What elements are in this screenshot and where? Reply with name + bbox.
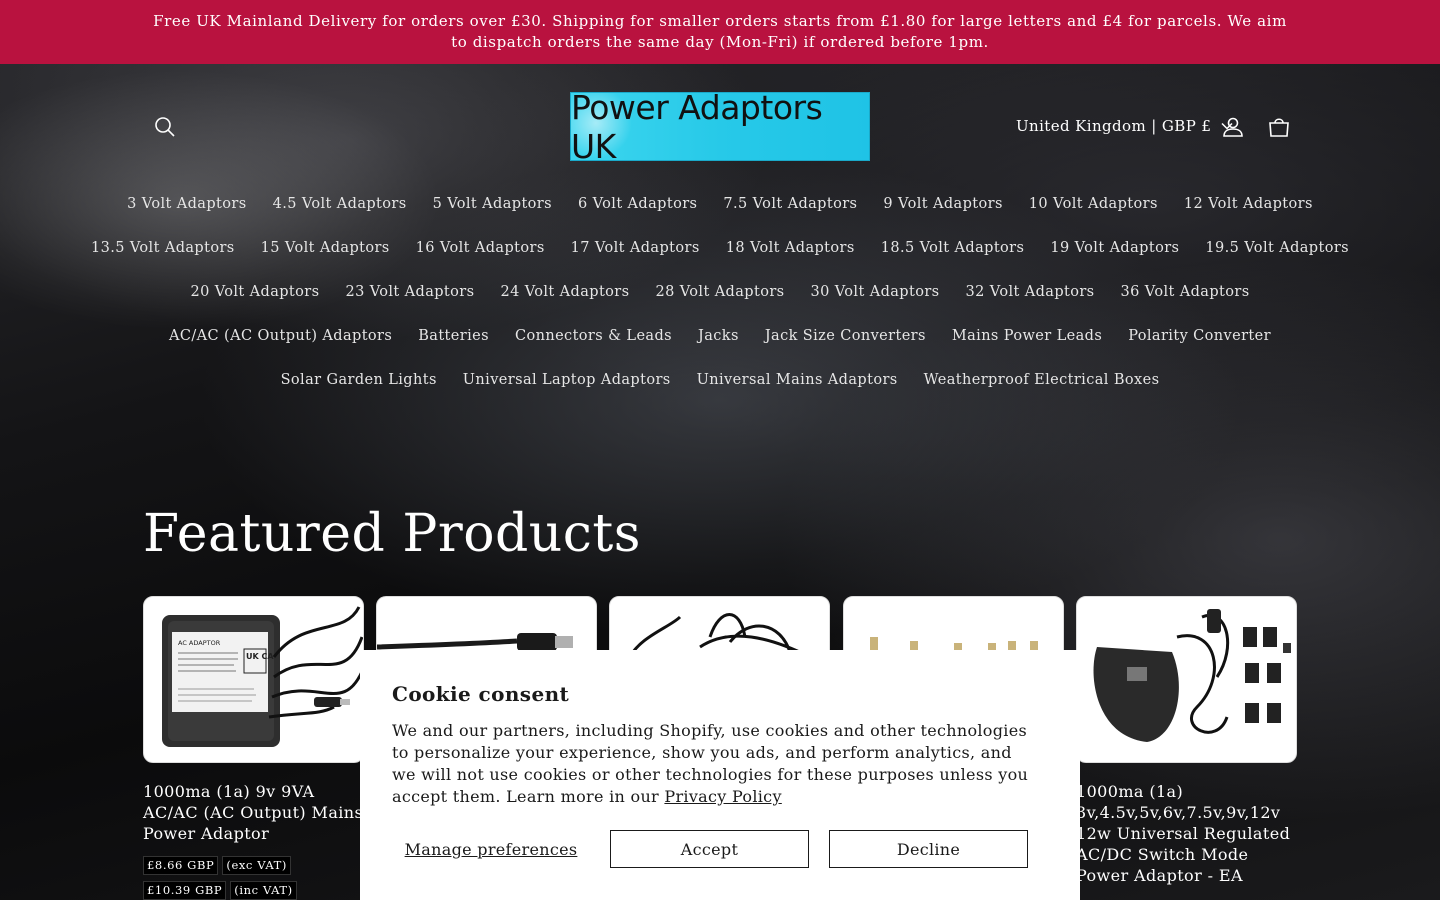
nav-link[interactable]: 30 Volt Adaptors [798, 284, 953, 300]
nav-row: 13.5 Volt Adaptors 15 Volt Adaptors 16 V… [91, 226, 1349, 270]
nav-link[interactable]: 19 Volt Adaptors [1037, 240, 1192, 256]
manage-preferences-link[interactable]: Manage preferences [392, 830, 590, 868]
product-card[interactable]: 1000ma (1a) 3v,4.5v,5v,6v,7.5v,9v,12v 12… [1076, 596, 1297, 886]
nav-link[interactable]: Jacks [685, 328, 752, 344]
nav-link[interactable]: 16 Volt Adaptors [403, 240, 558, 256]
product-image[interactable]: AC ADAPTOR UK CA [143, 596, 364, 763]
nav-link[interactable]: Solar Garden Lights [268, 372, 450, 388]
product-image[interactable] [1076, 596, 1297, 763]
exc-vat-label: (exc VAT) [222, 856, 291, 875]
search-icon [155, 117, 175, 137]
announcement-bar: Free UK Mainland Delivery for orders ove… [0, 0, 1440, 64]
nav-link[interactable]: 7.5 Volt Adaptors [710, 196, 870, 212]
nav-link[interactable]: 9 Volt Adaptors [870, 196, 1015, 212]
product-card[interactable]: AC ADAPTOR UK CA 1000ma (1a) 9v 9VA AC/A… [143, 596, 364, 900]
cookie-consent-title: Cookie consent [392, 682, 570, 706]
nav-link[interactable]: 36 Volt Adaptors [1108, 284, 1263, 300]
nav-link[interactable]: Universal Laptop Adaptors [450, 372, 684, 388]
accept-button[interactable]: Accept [610, 830, 809, 868]
cookie-actions: Manage preferences Accept Decline [392, 830, 1028, 868]
price-row: £8.66 GBP (exc VAT) [143, 856, 364, 875]
nav-link[interactable]: 3 Volt Adaptors [114, 196, 259, 212]
nav-link[interactable]: 23 Volt Adaptors [332, 284, 487, 300]
nav-link[interactable]: Weatherproof Electrical Boxes [911, 372, 1173, 388]
nav-row: 20 Volt Adaptors 23 Volt Adaptors 24 Vol… [150, 270, 1290, 314]
featured-products-heading: Featured Products [143, 504, 641, 564]
nav-link[interactable]: Polarity Converter [1115, 328, 1284, 344]
cookie-consent-dialog: Cookie consent We and our partners, incl… [360, 650, 1080, 900]
nav-link[interactable]: 17 Volt Adaptors [558, 240, 713, 256]
nav-link[interactable]: 20 Volt Adaptors [177, 284, 332, 300]
ukca-mark: UK CA [246, 652, 274, 661]
nav-link[interactable]: Connectors & Leads [502, 328, 685, 344]
price-exc-vat: £8.66 GBP [143, 856, 219, 875]
cart-icon [1269, 118, 1289, 137]
nav-link[interactable]: AC/AC (AC Output) Adaptors [156, 328, 405, 344]
nav-link[interactable]: 18.5 Volt Adaptors [868, 240, 1038, 256]
inc-vat-label: (inc VAT) [230, 881, 297, 900]
nav-link[interactable]: 24 Volt Adaptors [487, 284, 642, 300]
nav-link[interactable]: 15 Volt Adaptors [248, 240, 403, 256]
nav-link[interactable]: 12 Volt Adaptors [1171, 196, 1326, 212]
account-button[interactable] [1218, 112, 1248, 142]
logo-text: Power Adaptors UK [571, 92, 823, 161]
adaptor-label-text: AC ADAPTOR [178, 639, 221, 647]
nav-link[interactable]: Batteries [405, 328, 502, 344]
nav-link[interactable]: 28 Volt Adaptors [642, 284, 797, 300]
nav-row: AC/AC (AC Output) Adaptors Batteries Con… [150, 314, 1290, 358]
nav-link[interactable]: Mains Power Leads [939, 328, 1115, 344]
cookie-consent-text: We and our partners, including Shopify, … [392, 720, 1032, 808]
product-title[interactable]: 1000ma (1a) 3v,4.5v,5v,6v,7.5v,9v,12v 12… [1076, 781, 1297, 886]
nav-link[interactable]: Universal Mains Adaptors [684, 372, 911, 388]
privacy-policy-link[interactable]: Privacy Policy [664, 787, 781, 806]
country-selector-label: United Kingdom | GBP £ [1016, 117, 1212, 135]
search-button[interactable] [150, 112, 180, 142]
store-logo[interactable]: Power Adaptors UK [570, 92, 870, 161]
account-icon [1223, 117, 1243, 137]
nav-link[interactable]: 13.5 Volt Adaptors [78, 240, 248, 256]
nav-link[interactable]: Jack Size Converters [752, 328, 939, 344]
main-navigation: 3 Volt Adaptors 4.5 Volt Adaptors 5 Volt… [91, 182, 1349, 402]
nav-link[interactable]: 6 Volt Adaptors [565, 196, 710, 212]
decline-button[interactable]: Decline [829, 830, 1028, 868]
nav-link[interactable]: 19.5 Volt Adaptors [1192, 240, 1362, 256]
nav-link[interactable]: 4.5 Volt Adaptors [260, 196, 420, 212]
country-selector[interactable]: United Kingdom | GBP £ [1008, 114, 1233, 138]
price-inc-vat: £10.39 GBP [143, 881, 227, 900]
nav-row: Solar Garden Lights Universal Laptop Ada… [150, 358, 1290, 402]
nav-link[interactable]: 5 Volt Adaptors [420, 196, 565, 212]
universal-adaptor-image [1093, 609, 1291, 742]
ac-adaptor-image: AC ADAPTOR UK CA [162, 606, 363, 747]
price-row: £10.39 GBP (inc VAT) [143, 881, 364, 900]
nav-link[interactable]: 18 Volt Adaptors [713, 240, 868, 256]
nav-link[interactable]: 10 Volt Adaptors [1016, 196, 1171, 212]
site-header: Power Adaptors UK United Kingdom | GBP £ [0, 64, 1440, 188]
announcement-text: Free UK Mainland Delivery for orders ove… [153, 12, 1287, 51]
cart-button[interactable] [1264, 112, 1294, 142]
product-title[interactable]: 1000ma (1a) 9v 9VA AC/AC (AC Output) Mai… [143, 781, 364, 844]
nav-row: 3 Volt Adaptors 4.5 Volt Adaptors 5 Volt… [127, 182, 1312, 226]
nav-link[interactable]: 32 Volt Adaptors [953, 284, 1108, 300]
